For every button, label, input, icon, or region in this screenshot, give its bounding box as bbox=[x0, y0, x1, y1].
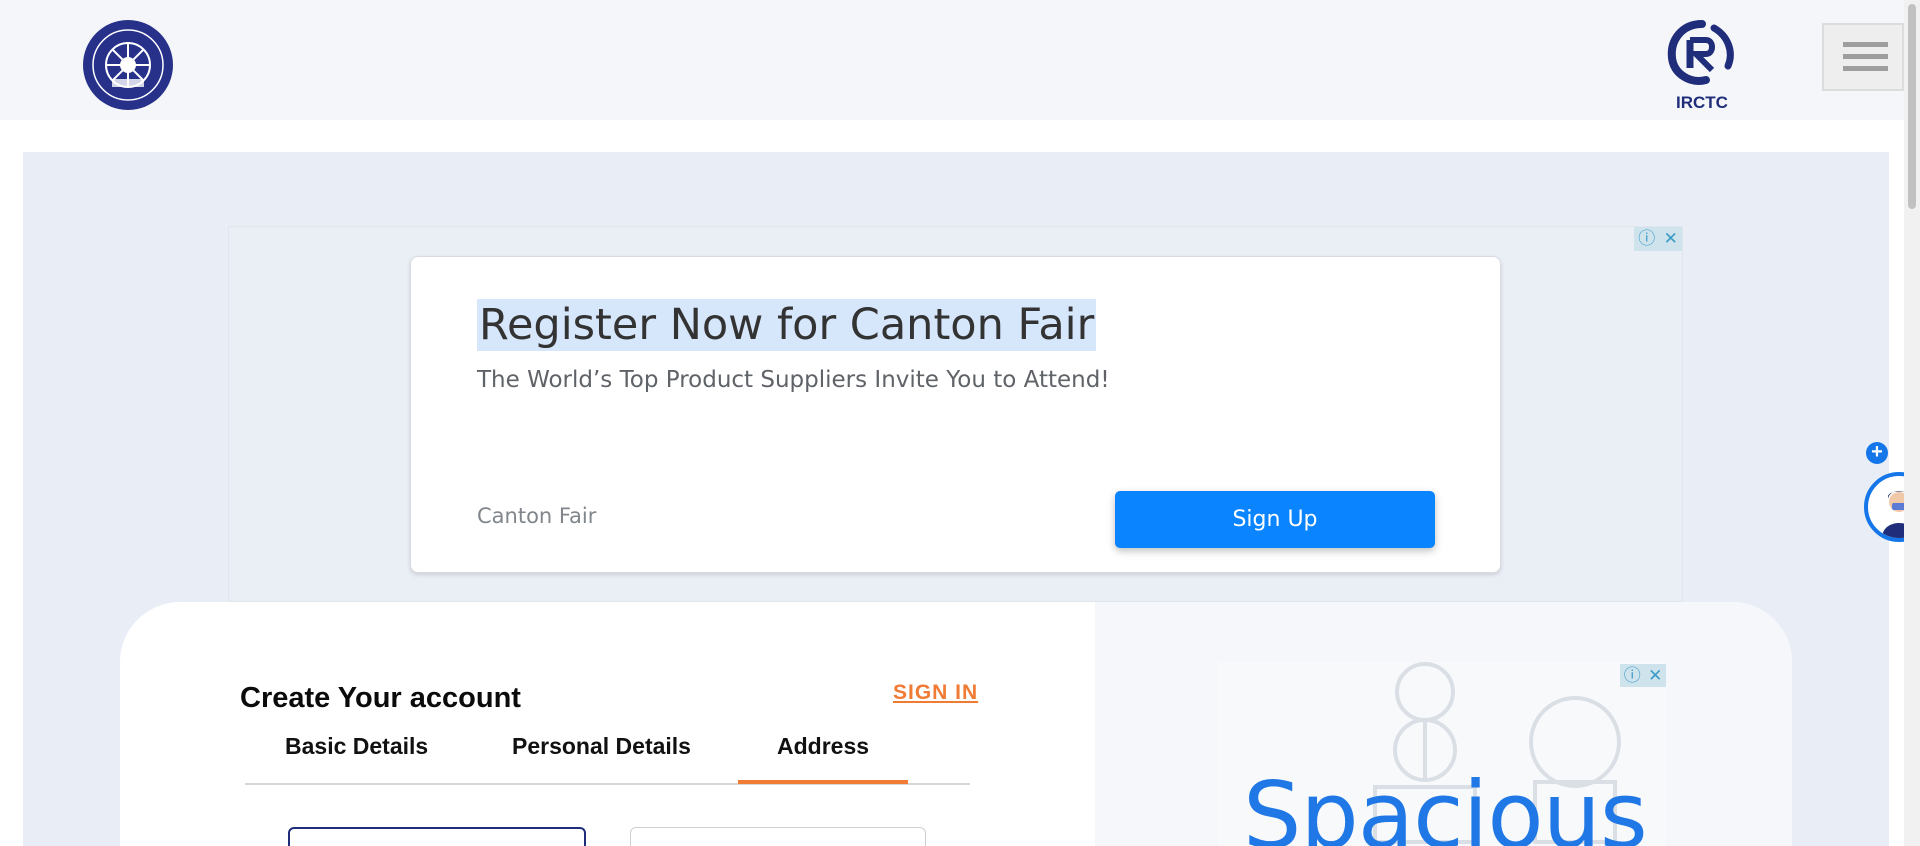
page-title: Create Your account bbox=[240, 682, 521, 714]
scrollbar-thumb[interactable] bbox=[1908, 4, 1916, 209]
ad-subtitle: The World’s Top Product Suppliers Invite… bbox=[477, 367, 1110, 393]
hamburger-icon-line bbox=[1843, 66, 1888, 71]
ad-card[interactable]: Register Now for Canton Fair The World’s… bbox=[410, 256, 1501, 573]
page-scrollbar[interactable] bbox=[1904, 0, 1920, 846]
irctc-emblem-icon bbox=[1667, 20, 1734, 85]
hamburger-icon-line bbox=[1843, 54, 1888, 59]
ad-title[interactable]: Register Now for Canton Fair bbox=[477, 299, 1097, 351]
irctc-logo[interactable]: IRCTC bbox=[1662, 18, 1742, 113]
sign-up-button[interactable]: Sign Up bbox=[1115, 491, 1435, 548]
ad-brand: Canton Fair bbox=[477, 504, 597, 528]
site-header: IRCTC bbox=[0, 0, 1904, 120]
side-ad-choices[interactable]: ⓘ ✕ bbox=[1620, 664, 1666, 687]
chat-widget[interactable]: + bbox=[1864, 442, 1920, 546]
info-icon[interactable]: ⓘ bbox=[1624, 666, 1641, 686]
sign-in-link[interactable]: SIGN IN bbox=[893, 681, 978, 705]
close-icon[interactable]: ✕ bbox=[1648, 666, 1662, 686]
side-ad[interactable]: Spacious bbox=[1218, 662, 1666, 846]
hamburger-menu-button[interactable] bbox=[1822, 23, 1904, 91]
ad-choices[interactable]: ⓘ ✕ bbox=[1634, 227, 1682, 251]
info-icon[interactable]: ⓘ bbox=[1638, 229, 1655, 249]
tab-basic-details[interactable]: Basic Details bbox=[285, 733, 428, 760]
hamburger-icon bbox=[1843, 42, 1888, 47]
tab-personal-details[interactable]: Personal Details bbox=[512, 733, 691, 760]
active-tab-indicator bbox=[738, 780, 908, 784]
side-ad-headline[interactable]: Spacious bbox=[1243, 762, 1648, 846]
address-input[interactable] bbox=[288, 827, 586, 846]
tab-address[interactable]: Address bbox=[777, 733, 869, 760]
indian-railways-logo[interactable] bbox=[82, 19, 174, 111]
irctc-logo-text: IRCTC bbox=[1676, 93, 1728, 112]
indian-railways-emblem-icon bbox=[83, 20, 173, 110]
plus-icon[interactable]: + bbox=[1866, 442, 1888, 464]
registration-tabs: Basic Details Personal Details Address bbox=[245, 727, 970, 785]
address-line-2-input[interactable] bbox=[630, 827, 926, 846]
close-icon[interactable]: ✕ bbox=[1664, 229, 1678, 249]
